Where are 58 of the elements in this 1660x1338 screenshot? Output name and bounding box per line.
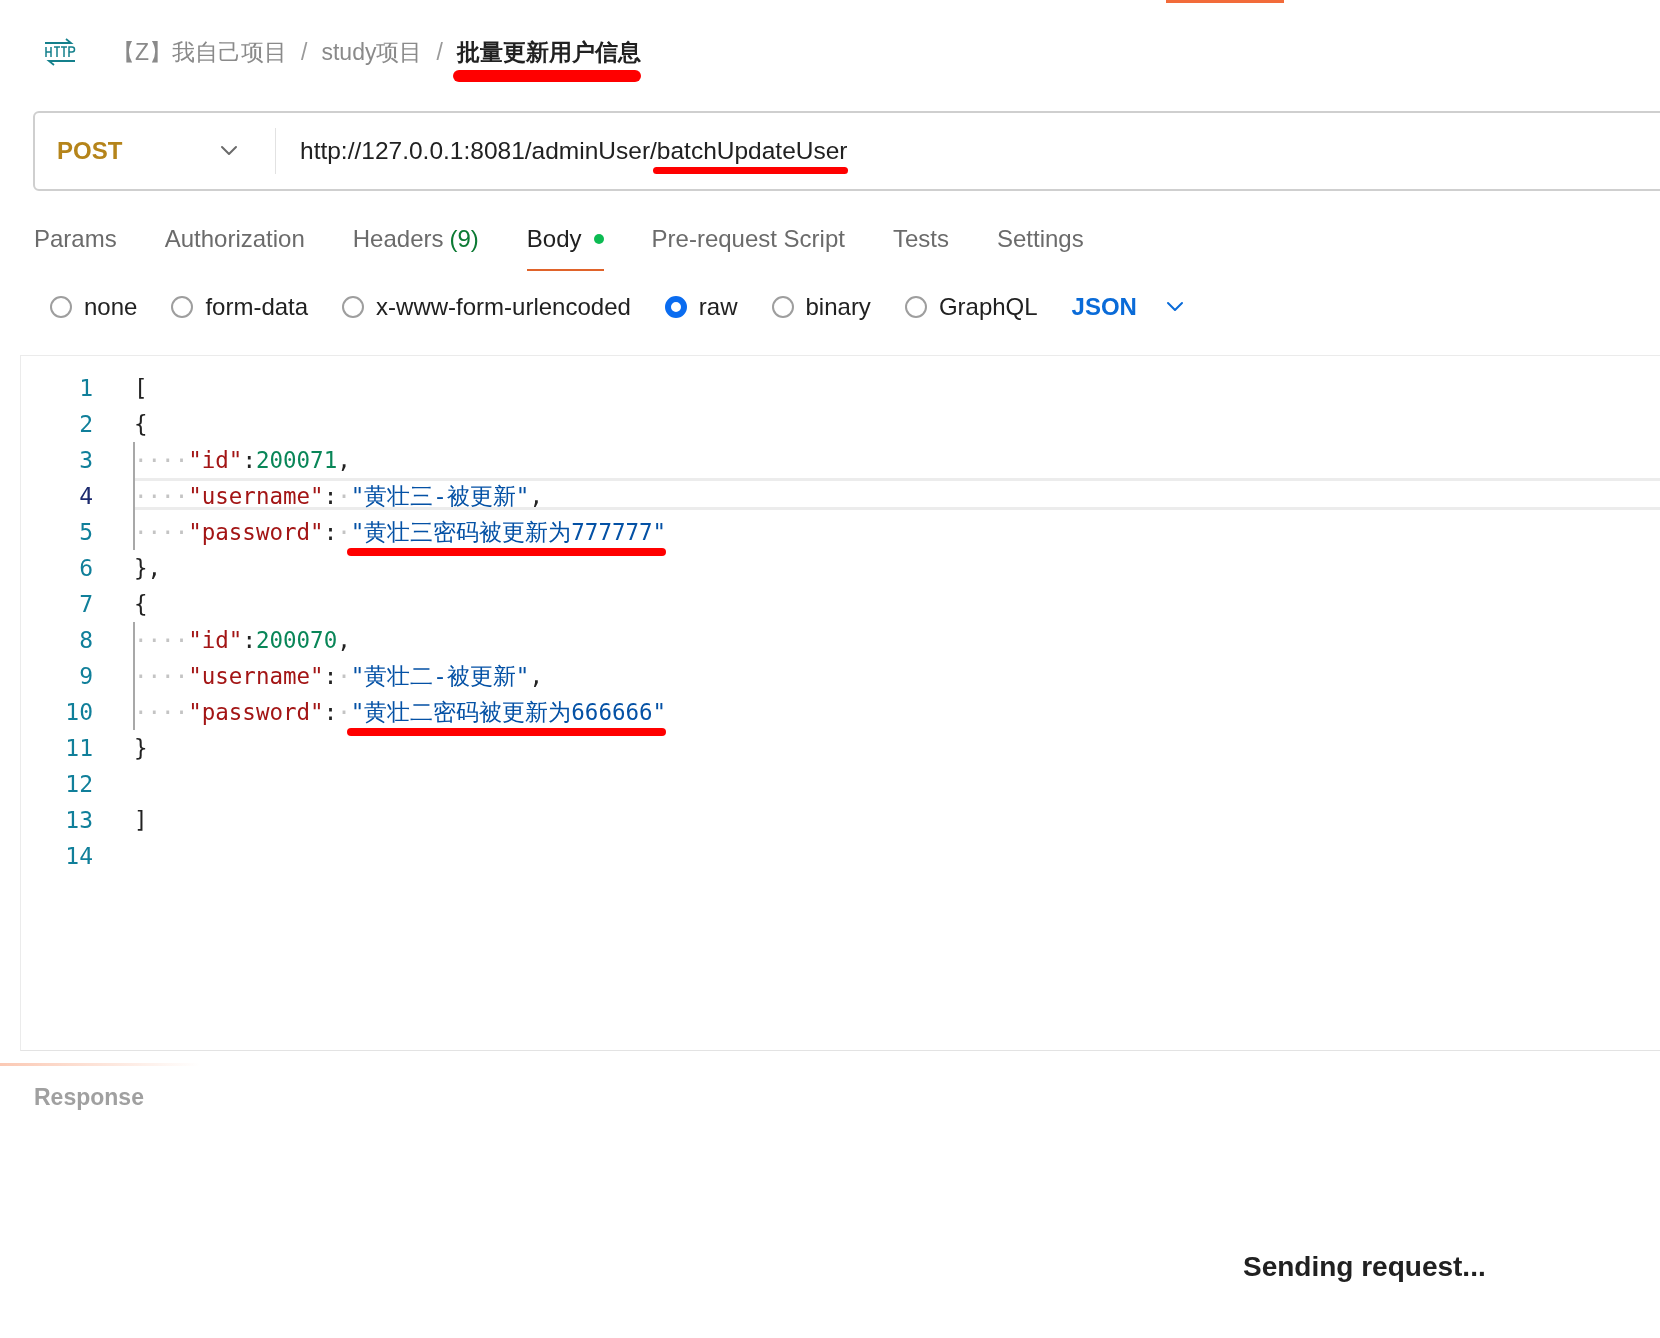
tab[interactable]: Body: [526, 217, 604, 271]
tab[interactable]: Pre-request Script: [651, 217, 845, 271]
radio-label: raw: [698, 293, 738, 321]
line-number: 3: [78, 447, 93, 473]
code-line: ····"username":·"黄壮二-被更新",: [134, 661, 543, 691]
code-line: ····"id":200070,: [134, 627, 351, 653]
radio-label: GraphQL: [938, 293, 1038, 321]
response-title: Response: [34, 1084, 144, 1110]
radio-label: x-www-form-urlencoded: [376, 293, 631, 321]
url-field[interactable]: http://127.0.0.1:8081/adminUser/batchUpdateUser: [300, 137, 848, 165]
code-line: ]: [134, 807, 148, 833]
method-dropdown[interactable]: POST: [55, 128, 249, 174]
line-number: 1: [78, 375, 93, 401]
code-line: {: [134, 411, 148, 437]
line-number: 2: [78, 411, 93, 437]
code-line: [: [134, 375, 148, 401]
radio-button[interactable]: [904, 296, 927, 318]
radio-label: binary: [805, 293, 871, 321]
code-line: ····"username":·"黄壮三-被更新",: [134, 481, 543, 511]
radio-label: none: [84, 293, 138, 321]
radio-button[interactable]: [50, 296, 72, 318]
code-line: ····"password":·"黄壮二密码被更新为666666": [134, 697, 667, 727]
status-text: Sending request...: [1243, 1251, 1486, 1283]
tab[interactable]: Settings: [996, 217, 1084, 271]
radio-button[interactable]: [771, 296, 794, 318]
code-line: ····"password":·"黄壮三密码被更新为777777": [134, 517, 667, 547]
tab[interactable]: Headers (9): [352, 217, 479, 271]
line-number: 5: [78, 519, 93, 545]
breadcrumb-separator: /: [436, 38, 443, 66]
chevron-icon: [1164, 301, 1185, 313]
radio-label: form-data: [205, 293, 309, 321]
breadcrumb-item[interactable]: study项目: [321, 36, 423, 68]
http-icon: [42, 37, 78, 67]
breadcrumb-separator: /: [301, 38, 308, 66]
tab[interactable]: Authorization: [164, 217, 305, 271]
line-number: 6: [78, 555, 93, 581]
line-number: 13: [64, 807, 93, 833]
line-number: 9: [78, 663, 93, 689]
radio-button[interactable]: [342, 296, 365, 318]
radio-button[interactable]: [171, 296, 194, 318]
format-dropdown[interactable]: JSON: [1071, 293, 1185, 321]
line-number: 4: [78, 483, 93, 509]
request-name: 批量更新用户信息: [456, 37, 641, 67]
tab[interactable]: Params: [34, 217, 117, 271]
breadcrumb-item[interactable]: 【Z】我自己项目: [112, 36, 288, 68]
line-number: 8: [78, 627, 93, 653]
code-line: {: [134, 591, 148, 617]
code-line: }: [134, 735, 148, 761]
code-line: },: [134, 555, 162, 581]
radio-button[interactable]: [664, 296, 687, 318]
line-number: 10: [64, 699, 93, 725]
line-number: 11: [64, 735, 93, 761]
line-number: 12: [64, 771, 93, 797]
code-line: ····"id":200071,: [134, 447, 351, 473]
line-number: 14: [64, 843, 93, 869]
line-number: 7: [78, 591, 93, 617]
tab[interactable]: Tests: [892, 217, 949, 271]
chevron-icon: [219, 145, 239, 157]
